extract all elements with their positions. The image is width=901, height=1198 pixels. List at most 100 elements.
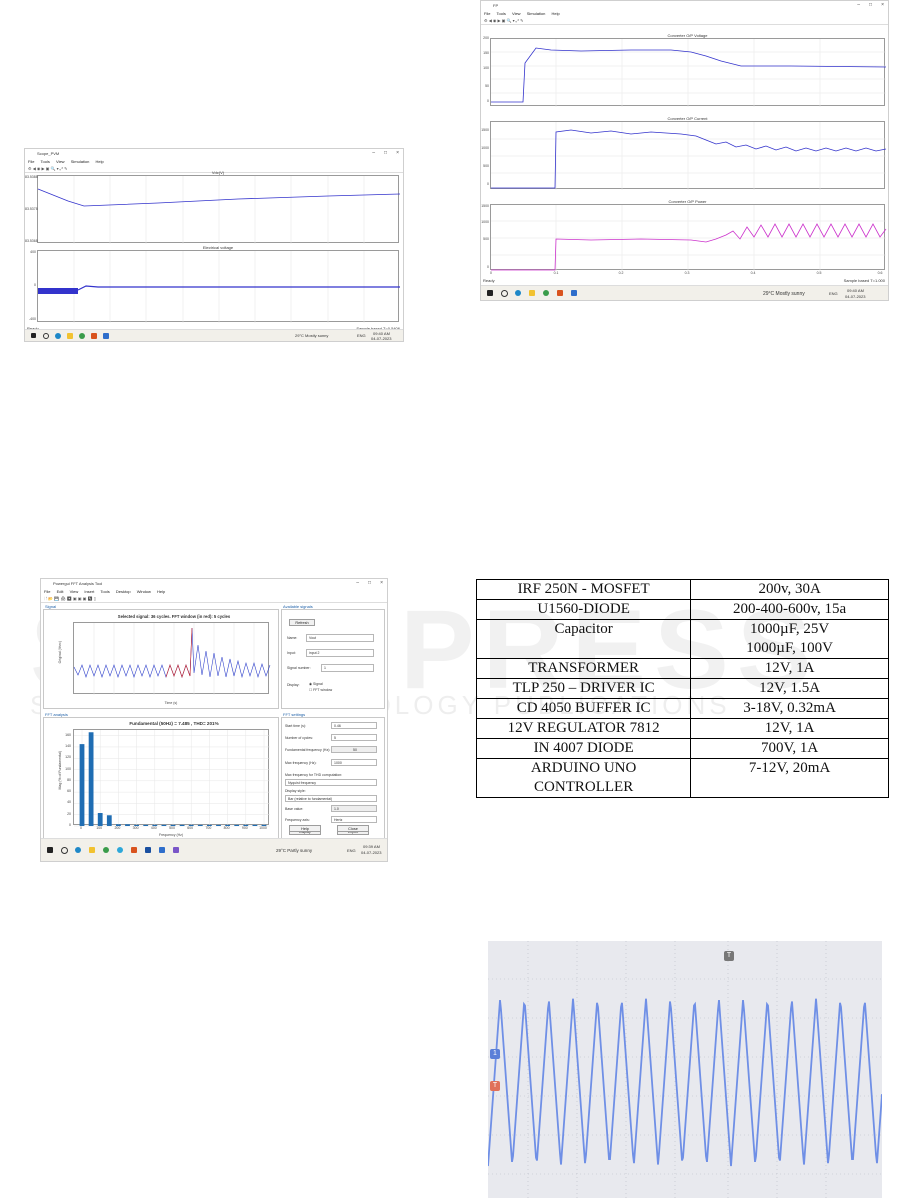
menu-help[interactable]: Help xyxy=(96,159,104,164)
component-cell: Capacitor xyxy=(475,619,692,659)
menu-tools[interactable]: Tools xyxy=(100,589,109,594)
clock[interactable]: 09:39 AM xyxy=(363,844,380,849)
menu-tools[interactable]: Tools xyxy=(41,159,50,164)
max-frequency-input[interactable]: 1000 xyxy=(331,759,377,766)
toolbar-icons[interactable]: ⚙ ◀ ◉ ▶ ▣ 🔍 ▾ ⤢ ✎ xyxy=(484,18,523,23)
menu-edit[interactable]: Edit xyxy=(57,589,64,594)
windows-start-icon[interactable] xyxy=(31,333,36,338)
close-icon[interactable]: × xyxy=(380,580,383,586)
start-time-label: Start time (s): xyxy=(285,724,307,728)
clock[interactable]: 09:40 AM xyxy=(847,288,864,293)
language[interactable]: ENG xyxy=(829,291,838,296)
signal-number-select[interactable]: 1 xyxy=(321,664,374,672)
start-time-input[interactable]: 0.46 xyxy=(331,722,377,729)
chrome-icon[interactable] xyxy=(103,847,109,853)
weather[interactable]: 29°C Mostly sunny xyxy=(295,333,328,338)
folder-icon[interactable] xyxy=(89,847,95,853)
toolbar-icons[interactable]: 🗋 📂 💾 🖨 ◀ ▣ ▣ ▣ ↖ ▯ xyxy=(44,596,96,601)
maximize-icon[interactable]: □ xyxy=(368,580,371,586)
date[interactable]: 04-07-2023 xyxy=(845,294,865,299)
photos-icon[interactable] xyxy=(103,333,109,339)
display-style-select[interactable]: Bar (relative to fundamental) xyxy=(285,795,377,802)
window-title: Scope_PVM xyxy=(37,151,60,156)
language[interactable]: ENG xyxy=(347,848,356,853)
menu-tools[interactable]: Tools xyxy=(497,11,506,16)
matlab-icon[interactable] xyxy=(91,333,97,339)
frequency-axis-select[interactable]: Hertz xyxy=(331,816,377,823)
chrome-icon[interactable] xyxy=(543,290,549,296)
minimize-icon[interactable]: – xyxy=(857,2,860,8)
refresh-button[interactable]: Refresh xyxy=(289,619,315,626)
menu-window[interactable]: Window xyxy=(137,589,151,594)
taskbar: 29°C Mostly sunny ENG 09:40 AM 04-07-202… xyxy=(481,285,888,300)
weather[interactable]: 29°C Partly sunny xyxy=(276,848,312,853)
window-controls: – □ × xyxy=(363,149,399,158)
photos-icon[interactable] xyxy=(571,290,577,296)
menu-bar: File Tools View Simulation Help xyxy=(25,158,403,165)
screenshot-fft-analysis-tool: Powergui FFT Analysis Tool – □ × File Edit… xyxy=(40,578,388,862)
date[interactable]: 04-07-2023 xyxy=(361,850,381,855)
voltage-trace xyxy=(491,39,887,107)
menu-file[interactable]: File xyxy=(44,589,50,594)
menu-simulation[interactable]: Simulation xyxy=(527,11,546,16)
folder-icon[interactable] xyxy=(529,290,535,296)
folder-icon[interactable] xyxy=(67,333,73,339)
fft-xtick: 300 xyxy=(132,826,139,830)
matlab-icon[interactable] xyxy=(557,290,563,296)
date[interactable]: 04-07-2023 xyxy=(371,336,391,341)
fft-bar xyxy=(88,732,94,826)
edge-icon[interactable] xyxy=(55,333,61,339)
plot-title: Electrical voltage xyxy=(202,245,234,250)
app-icon[interactable] xyxy=(145,847,151,853)
component-name: TRANSFORMER xyxy=(528,660,640,676)
close-button[interactable]: Close xyxy=(337,825,369,832)
input-select[interactable]: input 2 xyxy=(306,649,374,657)
maximize-icon[interactable]: □ xyxy=(869,2,872,8)
windows-start-icon[interactable] xyxy=(47,847,53,853)
fft-bar xyxy=(79,744,85,826)
display-option-signal[interactable]: ◉ Signal xyxy=(309,682,323,686)
status-sample: Sample based T=1.000 xyxy=(843,278,885,283)
base-value-input[interactable]: 1.0 xyxy=(331,805,377,812)
windows-start-icon[interactable] xyxy=(487,290,493,296)
chrome-icon[interactable] xyxy=(79,333,85,339)
cycles-input[interactable]: 5 xyxy=(331,734,377,741)
max-thd-select[interactable]: Nyquist frequency xyxy=(285,779,377,786)
close-icon[interactable]: × xyxy=(396,150,399,156)
photos-icon[interactable] xyxy=(159,847,165,853)
rating-value-line2: 1000µF, 100V xyxy=(746,640,833,656)
help-button[interactable]: Help xyxy=(289,825,321,832)
menu-view[interactable]: View xyxy=(56,159,65,164)
search-icon[interactable] xyxy=(501,290,508,297)
minimize-icon[interactable]: – xyxy=(372,150,375,156)
minimize-icon[interactable]: – xyxy=(356,580,359,586)
matlab-icon[interactable] xyxy=(131,847,137,853)
name-select[interactable]: Vout xyxy=(306,634,374,642)
plot1-ytick: 83.5368 xyxy=(25,239,38,243)
fundamental-input[interactable]: 50 xyxy=(331,746,377,753)
menu-file[interactable]: File xyxy=(28,159,34,164)
window-title: FP xyxy=(493,3,499,8)
fft-ytick: 60 xyxy=(67,789,71,794)
app-icon[interactable] xyxy=(173,847,179,853)
edge-icon[interactable] xyxy=(75,847,81,853)
plot1-ytick: 83.5388 xyxy=(25,175,38,179)
search-icon[interactable] xyxy=(61,847,68,854)
display-option-fft-window[interactable]: ☐ FFT window xyxy=(309,688,332,692)
language[interactable]: ENG xyxy=(357,333,366,338)
menu-insert[interactable]: Insert xyxy=(84,589,94,594)
menu-help[interactable]: Help xyxy=(552,11,560,16)
menu-desktop[interactable]: Desktop xyxy=(116,589,131,594)
chrome-icon[interactable] xyxy=(117,847,123,853)
menu-view[interactable]: View xyxy=(70,589,79,594)
rating-value: 12V, 1A xyxy=(764,660,815,676)
close-icon[interactable]: × xyxy=(881,2,884,8)
search-icon[interactable] xyxy=(43,333,49,339)
weather[interactable]: 29°C Mostly sunny xyxy=(763,291,805,297)
menu-simulation[interactable]: Simulation xyxy=(71,159,90,164)
menu-file[interactable]: File xyxy=(484,11,490,16)
maximize-icon[interactable]: □ xyxy=(384,150,387,156)
edge-icon[interactable] xyxy=(515,290,521,296)
menu-help[interactable]: Help xyxy=(157,589,165,594)
menu-view[interactable]: View xyxy=(512,11,521,16)
